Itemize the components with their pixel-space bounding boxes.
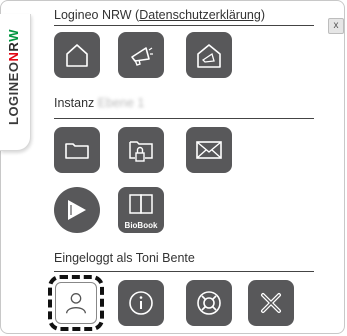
megaphone-icon bbox=[131, 47, 153, 66]
book-icon bbox=[129, 194, 153, 214]
logineo-logo: LOGINEONRW bbox=[6, 29, 21, 126]
section-heading-logineo: Logineo NRW (Datenschutzerklärung) bbox=[54, 8, 266, 22]
announcements-tile[interactable] bbox=[118, 32, 164, 78]
privacy-link[interactable]: Datenschutzerklärung bbox=[139, 8, 261, 22]
profile-tile[interactable] bbox=[48, 275, 104, 331]
biobook-label: BioBook bbox=[124, 221, 158, 230]
divider bbox=[54, 25, 314, 26]
divider bbox=[54, 118, 314, 119]
help-tile[interactable] bbox=[186, 280, 232, 326]
info-icon bbox=[129, 291, 153, 315]
folder-icon bbox=[65, 143, 89, 159]
biobook-tile[interactable]: BioBook bbox=[118, 187, 164, 233]
instance-name: Ebene 1 bbox=[97, 96, 145, 110]
divider bbox=[54, 271, 314, 272]
close-button[interactable]: x bbox=[328, 18, 344, 34]
files-tile[interactable] bbox=[54, 127, 100, 173]
mail-icon bbox=[196, 141, 222, 159]
logout-tile[interactable] bbox=[248, 280, 294, 326]
locked-folder-icon bbox=[129, 141, 153, 162]
info-tile[interactable] bbox=[118, 280, 164, 326]
play-book-icon bbox=[68, 200, 86, 220]
home-tile[interactable] bbox=[54, 32, 100, 78]
section-heading-logged-in: Eingeloggt als Toni Bente bbox=[54, 251, 195, 265]
media-player-tile[interactable] bbox=[54, 187, 100, 233]
user-icon bbox=[66, 293, 86, 314]
house-megaphone-icon bbox=[197, 44, 221, 68]
section-heading-instance: Instanz Ebene 1 bbox=[54, 96, 145, 110]
lifebuoy-icon bbox=[197, 291, 221, 315]
private-files-tile[interactable] bbox=[118, 127, 164, 173]
home-icon bbox=[66, 44, 88, 67]
mail-tile[interactable] bbox=[186, 127, 232, 173]
logineo-side-tab[interactable]: LOGINEONRW bbox=[0, 14, 31, 151]
school-announcements-tile[interactable] bbox=[186, 32, 232, 78]
close-x-icon bbox=[261, 293, 281, 313]
